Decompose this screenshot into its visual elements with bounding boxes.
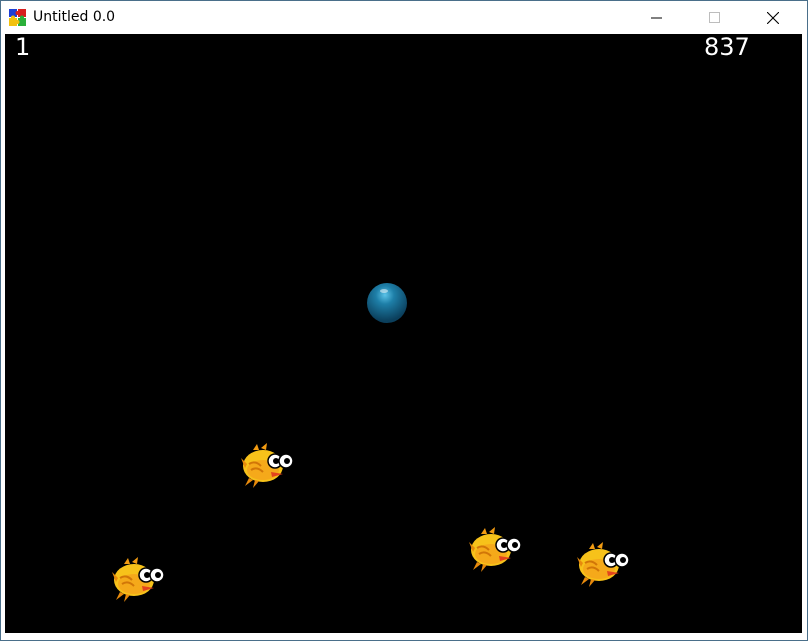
level-counter: 1 [15,34,31,61]
yellow-bird-sprite [468,526,522,573]
close-button[interactable] [745,1,803,34]
minimize-button[interactable] [629,1,687,34]
yellow-bird-sprite [111,556,165,603]
yellow-bird-sprite [576,541,630,588]
maximize-button[interactable] [687,1,745,34]
window-title: Untitled 0.0 [33,9,116,25]
puzzle-app-icon [9,9,26,26]
minimize-icon [651,17,662,19]
yellow-bird-sprite [240,442,294,489]
ball-sprite [367,283,407,323]
maximize-icon [709,12,720,23]
score-counter: 837 [704,34,750,61]
app-window: Untitled 0.0 1 837 [0,0,808,641]
title-bar[interactable]: Untitled 0.0 [1,1,807,34]
close-icon [767,12,779,24]
game-canvas[interactable]: 1 837 [5,34,802,633]
